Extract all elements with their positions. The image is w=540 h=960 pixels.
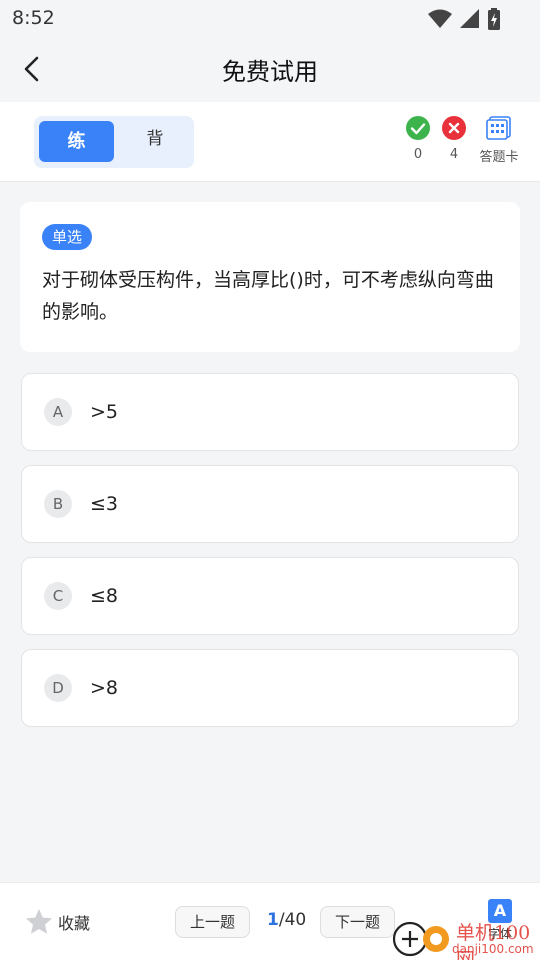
wrong-stat: 4 xyxy=(441,116,467,162)
cross-circle-icon xyxy=(442,116,466,140)
page-indicator: 1/40 xyxy=(267,910,306,930)
question-type-badge: 单选 xyxy=(42,224,93,250)
nav-header: 免费试用 xyxy=(0,36,540,102)
status-bar: 8:52 xyxy=(0,0,540,36)
practice-mode-button[interactable]: 练 xyxy=(39,121,114,162)
question-text: 对于砌体受压构件，当高厚比()时，可不考虑纵向弯曲的影响。 xyxy=(42,269,494,323)
status-time: 8:52 xyxy=(12,7,55,29)
recite-mode-button[interactable]: 背 xyxy=(122,121,188,157)
option-text: ≤3 xyxy=(90,493,119,515)
answer-card-icon xyxy=(486,116,511,140)
answer-card-button[interactable]: 答题卡 xyxy=(476,116,522,165)
favorite-label: 收藏 xyxy=(58,914,91,933)
option-b[interactable]: B ≤3 xyxy=(21,465,519,543)
option-letter: A xyxy=(44,398,72,426)
watermark-logo: 单机100网 danji100.com xyxy=(390,916,540,960)
signal-icon xyxy=(460,9,479,28)
check-circle-icon xyxy=(406,116,430,140)
option-text: >8 xyxy=(90,677,119,699)
option-text: ≤8 xyxy=(90,585,119,607)
status-icons xyxy=(428,8,500,30)
wifi-icon xyxy=(428,9,452,28)
mode-bar: 练 背 0 4 答题卡 xyxy=(0,102,540,182)
option-d[interactable]: D >8 xyxy=(21,649,519,727)
star-icon xyxy=(26,909,52,934)
favorite-button[interactable]: 收藏 xyxy=(24,907,90,937)
option-letter: B xyxy=(44,490,72,518)
current-page: 1 xyxy=(267,910,279,930)
watermark-url: danji100.com xyxy=(452,942,534,956)
watermark-emblem-icon xyxy=(392,921,449,957)
total-pages: /40 xyxy=(278,910,307,930)
option-c[interactable]: C ≤8 xyxy=(21,557,519,635)
wrong-count: 4 xyxy=(449,147,459,162)
answer-card-label: 答题卡 xyxy=(479,150,519,165)
battery-icon xyxy=(488,8,500,30)
option-a[interactable]: A >5 xyxy=(21,373,519,451)
option-text: >5 xyxy=(90,401,119,423)
page-title: 免费试用 xyxy=(222,58,318,86)
next-question-button[interactable]: 下一题 xyxy=(320,906,396,938)
correct-stat: 0 xyxy=(405,116,431,162)
mode-toggle: 练 背 xyxy=(34,116,194,168)
question-card: 单选 对于砌体受压构件，当高厚比()时，可不考虑纵向弯曲的影响。 xyxy=(20,202,520,352)
correct-count: 0 xyxy=(413,147,423,162)
option-letter: D xyxy=(44,674,72,702)
prev-question-button[interactable]: 上一题 xyxy=(175,906,251,938)
option-letter: C xyxy=(44,582,72,610)
